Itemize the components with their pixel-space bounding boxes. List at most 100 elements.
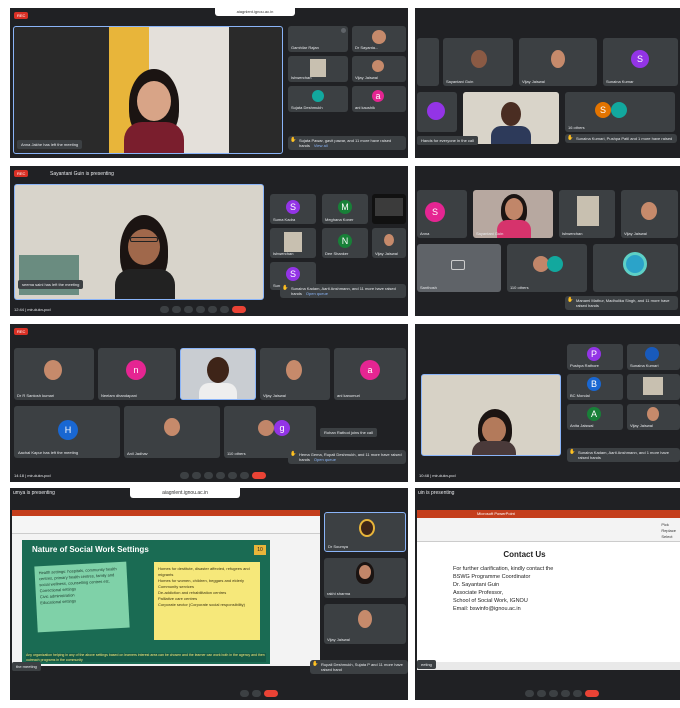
participant-tile[interactable]: Dr R Santosh kumari	[14, 348, 94, 400]
recording-badge: REC	[14, 12, 29, 19]
recording-badge: REC	[14, 170, 29, 177]
end-call-button[interactable]	[232, 306, 246, 313]
present-icon[interactable]	[228, 472, 237, 479]
participant-tile[interactable]: a ani kaushik	[352, 86, 406, 112]
captions-icon[interactable]	[204, 472, 213, 479]
taskbar	[12, 666, 320, 676]
participant-tile[interactable]: Vijay Jaiswal	[260, 348, 330, 400]
call-controls	[160, 306, 246, 313]
slide: Nature of Social Work Settings 10 Health…	[22, 540, 270, 664]
raised-hands-notice[interactable]: Rupali Deshmukh, Sujata P and 11 more ha…	[310, 660, 408, 674]
view-all-link: View all	[313, 143, 328, 148]
participant-tile[interactable]: 110 others	[507, 244, 587, 292]
raised-hands-notice[interactable]: Manami Mathur, Madhulika Singh, and 11 m…	[565, 296, 678, 310]
participant-tile[interactable]: Sayantani Guin	[443, 38, 513, 86]
others-count: 16 others	[568, 125, 585, 130]
participant-tile[interactable]: Gamhilar Rajan	[288, 26, 348, 52]
end-call-button[interactable]	[585, 690, 599, 697]
mic-icon[interactable]	[240, 690, 249, 697]
presenting-banner: Sayantani Guin is presenting	[50, 171, 114, 177]
participant-tile[interactable]: Vijay Jaiswal	[324, 604, 406, 644]
more-icon[interactable]	[220, 306, 229, 313]
participant-tile[interactable]	[627, 374, 680, 400]
participant-tile[interactable]	[417, 92, 457, 132]
meet-screenshot-3: REC Sayantani Guin is presenting seema s…	[10, 166, 408, 316]
mic-icon[interactable]	[180, 472, 189, 479]
participant-tile[interactable]	[417, 38, 439, 86]
main-video-tile[interactable]: Anna Jakhe has left the meeting	[13, 26, 283, 154]
left-meeting-toast: Aachal Kapur has left the meeting	[14, 448, 83, 457]
participant-tile[interactable]: N Dee Shanker	[322, 228, 368, 258]
participant-tile[interactable]: a ani kanumuri	[334, 348, 406, 400]
captions-icon[interactable]	[184, 306, 193, 313]
sticky-note-left: Health settings: hospitals, community he…	[34, 561, 130, 633]
participant-tile[interactable]	[180, 348, 256, 400]
participant-tile[interactable]: n Neelam dhandapani	[98, 348, 176, 400]
main-video-tile[interactable]: seema saini has left the meeting	[14, 184, 264, 300]
end-call-button[interactable]	[264, 690, 278, 697]
participant-tile[interactable]: Dr Soumya	[324, 512, 406, 552]
participant-tile[interactable]: S 16 others	[565, 92, 675, 132]
captions-icon[interactable]	[549, 690, 558, 697]
raise-hand-icon[interactable]	[196, 306, 205, 313]
screen-share-thumb[interactable]	[372, 194, 406, 224]
present-icon[interactable]	[573, 690, 582, 697]
mic-icon[interactable]	[525, 690, 534, 697]
more-icon[interactable]	[240, 472, 249, 479]
participant-tile[interactable]: P Pushpa Rathore	[567, 344, 623, 370]
presenting-banner: uin is presenting	[418, 490, 455, 496]
raise-hand-icon[interactable]	[561, 690, 570, 697]
participant-tile[interactable]	[593, 244, 678, 292]
app-titlebar: Microsoft PowerPoint	[417, 510, 680, 518]
participant-tile[interactable]: SSunaina Kumar	[603, 38, 678, 86]
call-controls	[525, 690, 599, 697]
raised-hands-notice[interactable]: Hema Gema, Rupali Deshmukh, and 11 more …	[288, 450, 406, 464]
participant-tile[interactable]: M Meghana Koner	[322, 194, 368, 224]
participant-tile[interactable]: A Anita Jaiswal	[567, 404, 623, 430]
main-video-tile[interactable]	[421, 374, 561, 456]
camera-icon[interactable]	[537, 690, 546, 697]
raise-hand-icon[interactable]	[216, 472, 225, 479]
participant-tile[interactable]: Vijay Jaiswal	[352, 56, 406, 82]
participant-tile[interactable]: Sayantani Guin	[473, 190, 553, 238]
camera-icon[interactable]	[172, 306, 181, 313]
participant-tile[interactable]: Ishwerchan	[270, 228, 316, 258]
raised-hands-notice[interactable]: Sujata Pawar, gavit pawar, and 11 more h…	[288, 136, 406, 150]
participant-tile[interactable]: Vijay Jaiswal	[372, 228, 406, 258]
left-meeting-toast: the meeting	[12, 662, 41, 671]
raised-hands-notice[interactable]: Sunaina Kadam, Aarti Anshmann, and 11 mo…	[280, 284, 406, 298]
participant-tile[interactable]: Vijay Jaiswal	[627, 404, 680, 430]
meet-screenshot-5: REC Dr R Santosh kumari n Neelam dhandapa…	[10, 324, 408, 482]
camera-icon[interactable]	[192, 472, 201, 479]
hands-toast: Hands for everyone in the call	[417, 136, 478, 145]
participant-tile[interactable]: Ishwerchan	[288, 56, 348, 82]
raised-hands-notice[interactable]: Sunaina Kumari, Pushpa Patil and 1 more …	[565, 134, 677, 143]
sticky-note-right: Homes for destitute, disaster affected, …	[154, 562, 260, 640]
participant-tile[interactable]: Sunaina Kumari	[627, 344, 680, 370]
call-controls	[180, 472, 266, 479]
participant-tile[interactable]: S Suma Kadra	[270, 194, 316, 224]
left-meeting-toast: eeting	[417, 660, 436, 669]
participant-tile[interactable]: Vijay Jaiswal	[621, 190, 678, 238]
end-call-button[interactable]	[252, 472, 266, 479]
present-icon[interactable]	[208, 306, 217, 313]
raised-hands-notice[interactable]: Sunaina Kadam, Aarti Anshmann, and 1 mor…	[567, 448, 680, 462]
mic-icon[interactable]	[160, 306, 169, 313]
call-controls	[240, 690, 278, 697]
participant-tile[interactable]: Sujata Deshmukh	[288, 86, 348, 112]
join-toast: Rohan Rathod joins the call	[320, 428, 377, 437]
participant-tile[interactable]: Vijay Jaiswal	[519, 38, 597, 86]
participant-tile[interactable]: Dr Sayanta...	[352, 26, 406, 52]
participant-tile[interactable]: Ishwerchan	[559, 190, 615, 238]
camera-icon[interactable]	[252, 690, 261, 697]
meet-screenshot-2: Sayantani Guin Vijay Jaiswal S Sunaina Ku…	[415, 8, 680, 158]
participant-tile[interactable]: Santhosh	[417, 244, 501, 292]
participant-tile[interactable]: S Anna	[417, 190, 467, 238]
meeting-time-code: 10:48 | mir-dukn-pcd	[419, 473, 456, 478]
meet-screenshot-1: REC aiagnlent.ignou.ac.in Anna Jakhe has…	[10, 8, 408, 158]
left-meeting-toast: Anna Jakhe has left the meeting	[17, 140, 83, 149]
participant-tile[interactable]: B BC Mondal	[567, 374, 623, 400]
participant-tile[interactable]: rakhi sharma	[324, 558, 406, 598]
meet-screenshot-6: P Pushpa Rathore Sunaina Kumari B BC Monda…	[415, 324, 680, 482]
participant-tile[interactable]: Anil Jadhav	[124, 406, 220, 458]
